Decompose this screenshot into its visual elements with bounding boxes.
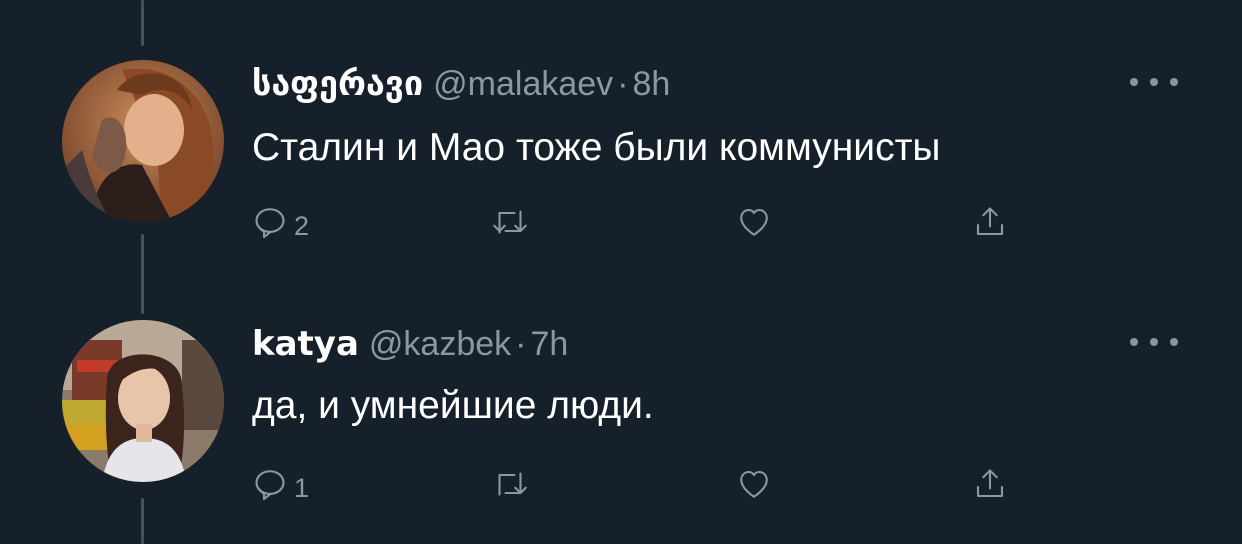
avatar[interactable] [62, 60, 224, 222]
display-name[interactable]: საფერავი [252, 64, 423, 104]
handle[interactable]: @kazbek [369, 325, 511, 363]
reply-button[interactable]: 1 [252, 462, 309, 506]
separator-dot: · [617, 65, 629, 103]
avatar[interactable] [62, 320, 224, 482]
like-icon [736, 204, 772, 240]
more-icon[interactable] [1130, 332, 1178, 352]
more-icon[interactable] [1130, 72, 1178, 92]
tweet[interactable]: katya @kazbek · 7h да, и умнейшие люди. 1 [0, 270, 1242, 544]
tweet-actions: 2 [252, 200, 1052, 244]
display-name[interactable]: katya [252, 324, 359, 364]
reply-icon [252, 466, 288, 502]
tweet-header: katya @kazbek · 7h [252, 324, 568, 364]
retweet-button[interactable] [490, 462, 530, 506]
retweet-icon [490, 466, 530, 502]
tweet[interactable]: საფერავი @malakaev · 8h Сталин и Мао тоже б… [0, 0, 1242, 270]
like-button[interactable] [736, 462, 772, 506]
like-button[interactable] [736, 200, 772, 244]
tweet-actions: 1 [252, 462, 1052, 506]
tweet-text: Сталин и Мао тоже были коммунисты [252, 126, 941, 169]
timestamp[interactable]: 8h [633, 65, 671, 103]
reply-button[interactable]: 2 [252, 200, 309, 244]
like-icon [736, 466, 772, 502]
share-icon [972, 204, 1008, 240]
handle[interactable]: @malakaev [433, 65, 613, 103]
timestamp[interactable]: 7h [531, 325, 569, 363]
reply-count: 2 [294, 210, 310, 241]
share-button[interactable] [972, 200, 1008, 244]
tweet-text: да, и умнейшие люди. [252, 384, 654, 427]
share-button[interactable] [972, 462, 1008, 506]
tweet-header: საფერავი @malakaev · 8h [252, 64, 670, 104]
share-icon [972, 466, 1008, 502]
retweet-button[interactable] [490, 200, 530, 244]
separator-dot: · [515, 325, 527, 363]
reply-icon [252, 204, 288, 240]
retweet-icon [490, 204, 530, 240]
reply-count: 1 [294, 472, 310, 503]
